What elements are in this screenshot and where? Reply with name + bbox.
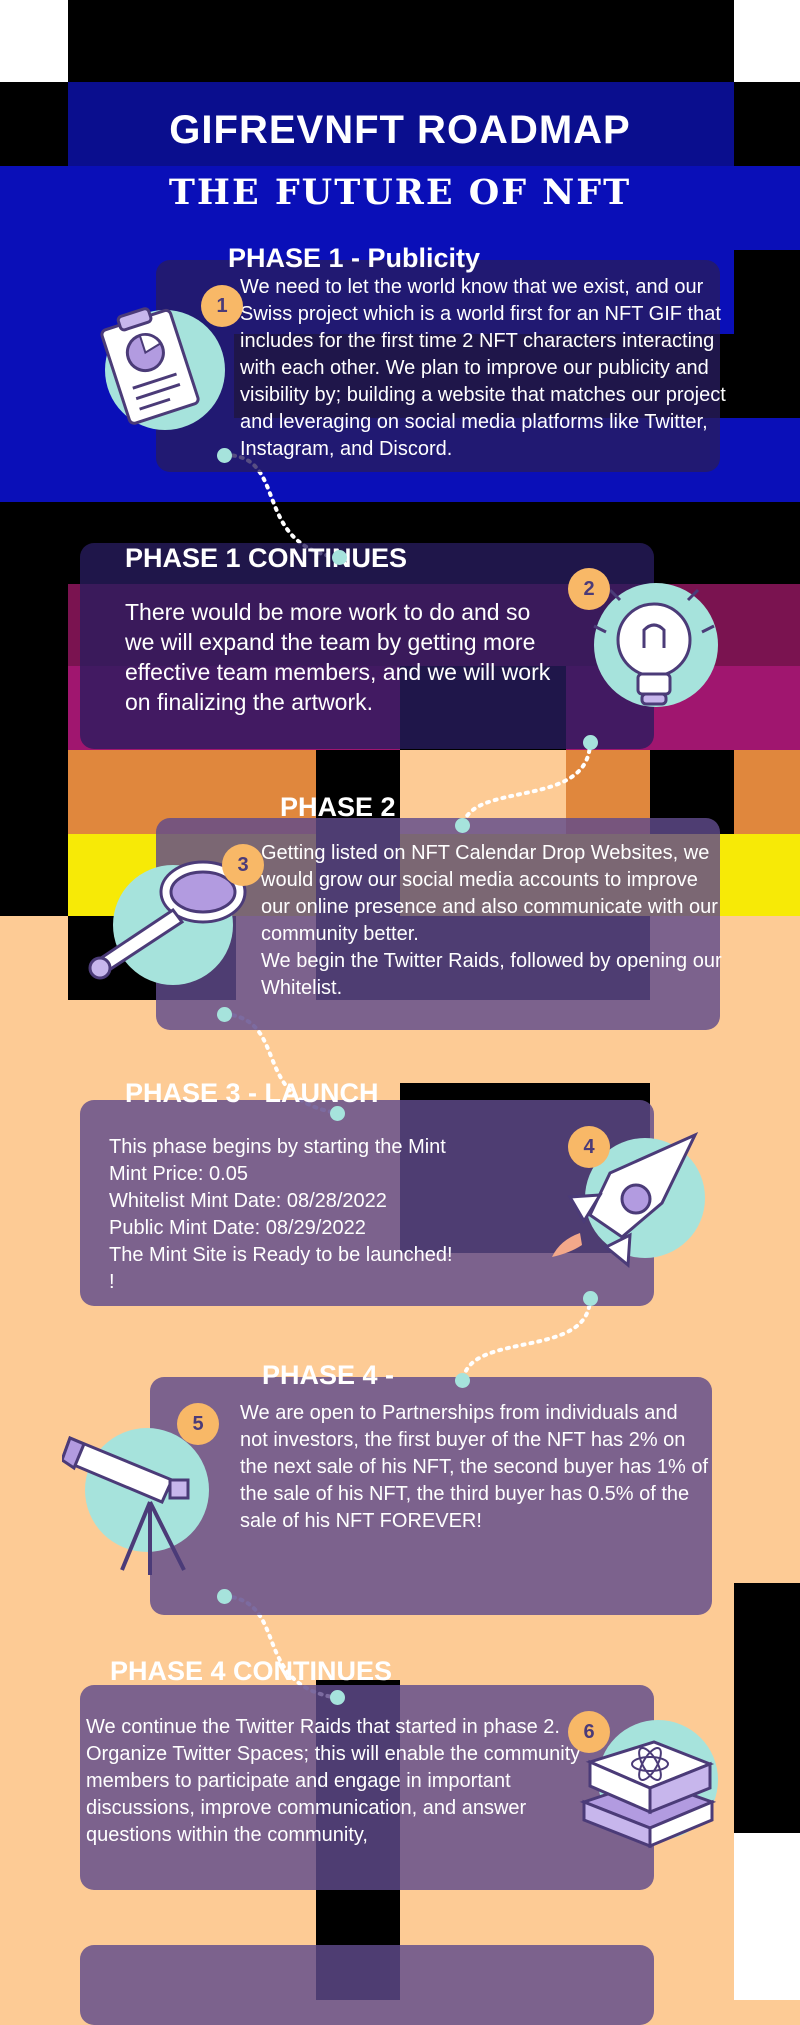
phase-3-title: PHASE 3 - LAUNCH — [125, 1078, 379, 1108]
timeline-dot — [217, 1007, 232, 1022]
phase-1-continues-title: PHASE 1 CONTINUES — [125, 543, 408, 573]
timeline-dot — [583, 1291, 598, 1306]
rocket-icon — [552, 1131, 705, 1269]
phase-1-text: We need to let the world know that we ex… — [240, 276, 726, 460]
phase-4-text: We are open to Partnerships from individ… — [240, 1402, 709, 1532]
phase-number-badge: 6 — [568, 1711, 610, 1753]
lightbulb-icon — [593, 583, 718, 707]
phase-1-continues-text: There would be more work to do and so we… — [125, 599, 551, 715]
phase-4-title: PHASE 4 - — [262, 1360, 395, 1390]
phase-3-text: This phase begins by starting the Mint M… — [109, 1136, 453, 1293]
phase-2-title: PHASE 2 — [280, 792, 396, 822]
phase-number-badge: 1 — [201, 285, 243, 327]
phase-4-continues-text: We continue the Twitter Raids that start… — [86, 1716, 581, 1846]
phase-number-badge: 3 — [222, 844, 264, 886]
timeline-dot — [332, 550, 347, 565]
phase-number-badge: 2 — [568, 568, 610, 610]
phase-2-text: Getting listed on NFT Calendar Drop Webs… — [261, 842, 722, 999]
phase-number-badge: 4 — [568, 1126, 610, 1168]
timeline-dot — [330, 1690, 345, 1705]
timeline-dot — [217, 448, 232, 463]
timeline-dot — [330, 1106, 345, 1121]
timeline-dot — [455, 818, 470, 833]
timeline-dot — [455, 1373, 470, 1388]
phase-4-continues-title: PHASE 4 CONTINUES — [110, 1656, 393, 1686]
phase-1-title: PHASE 1 - Publicity — [228, 243, 481, 273]
timeline-dot — [583, 735, 598, 750]
timeline-dot — [217, 1589, 232, 1604]
phase-number-badge: 5 — [177, 1403, 219, 1445]
next-phase-card — [80, 1945, 654, 2025]
